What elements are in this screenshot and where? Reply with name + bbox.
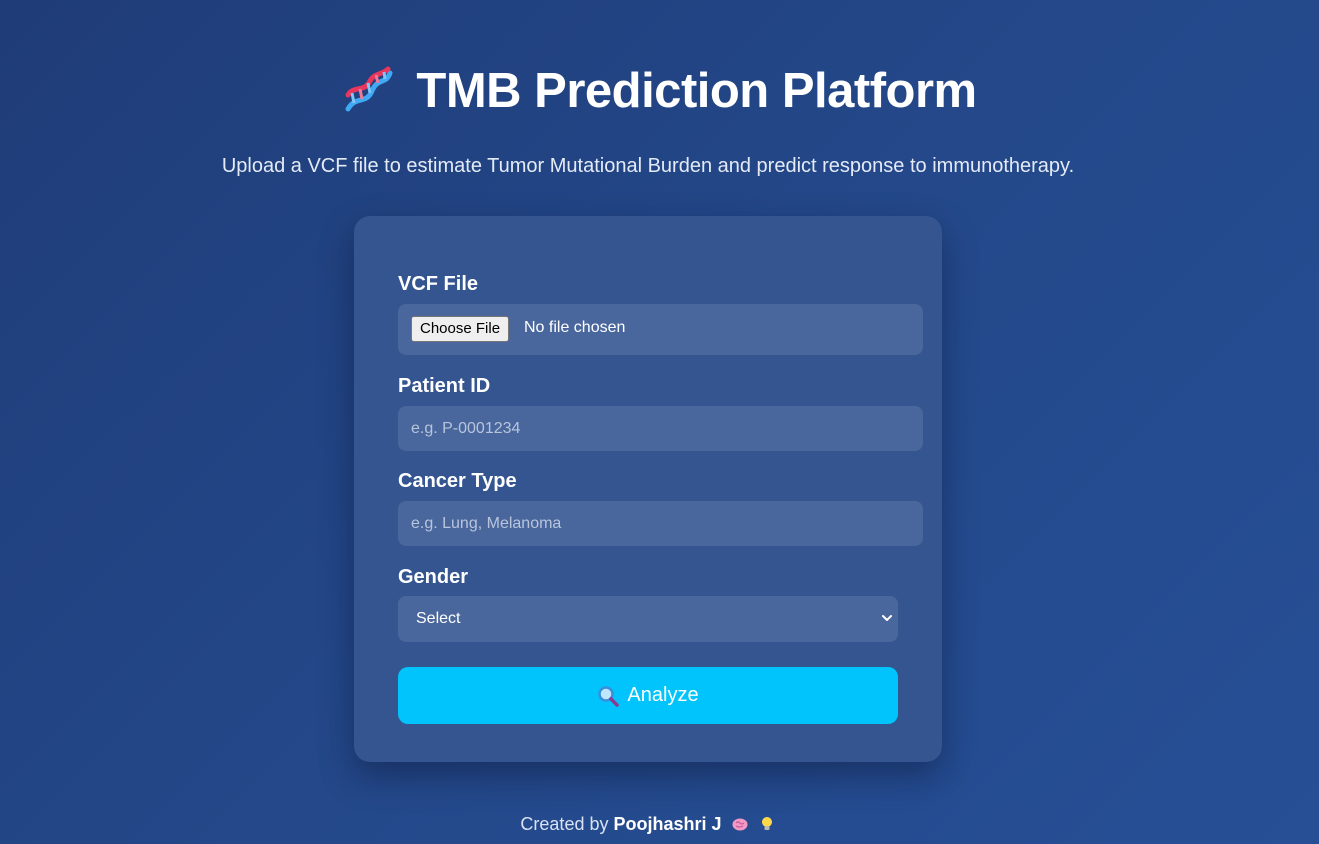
cancer-type-label: Cancer Type [398,470,517,492]
page-title: TMB Prediction Platform [416,64,977,118]
footer-author: Poojhashri J [613,814,722,834]
title-row: TMB Prediction Platform [342,60,977,122]
page-subtitle: Upload a VCF file to estimate Tumor Muta… [221,155,1075,177]
patient-id-label: Patient ID [398,375,491,397]
dna-icon [345,66,393,112]
magnifier-icon [598,685,620,707]
analyze-button[interactable]: Analyze [398,667,898,724]
vcf-file-label: VCF File [398,273,479,295]
choose-file-button[interactable]: Choose File [411,316,510,342]
chevron-down-icon [882,615,892,621]
cancer-type-input[interactable] [398,501,923,546]
lightbulb-icon [761,817,772,830]
gender-label: Gender [398,566,469,588]
brain-icon [732,818,748,831]
gender-select-value: Select [416,610,461,627]
footer-prefix: Created by [520,814,609,834]
gender-select[interactable]: Select [398,596,898,642]
footer: Created by Poojhashri J [0,814,1296,835]
upload-form-card: VCF File Choose File No file chosen Pati… [354,216,942,762]
analyze-button-label: Analyze [627,684,699,706]
vcf-file-input[interactable]: Choose File No file chosen [398,304,923,355]
file-status-text: No file chosen [524,319,626,336]
page-header: TMB Prediction Platform [0,60,1319,122]
patient-id-input[interactable] [398,406,923,451]
